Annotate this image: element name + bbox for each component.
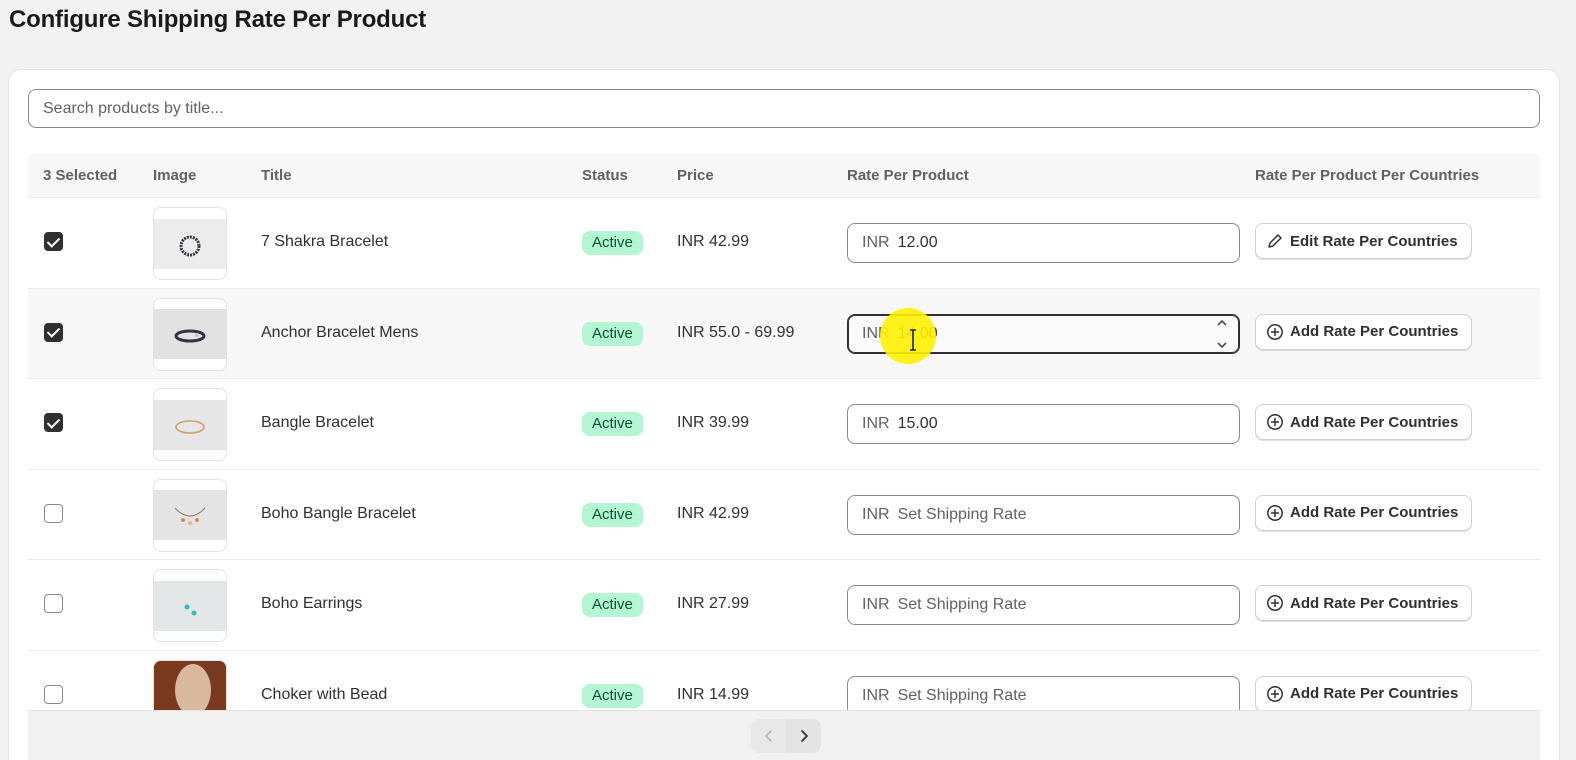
product-title: Boho Bangle Bracelet <box>261 504 416 522</box>
rate-per-countries-button[interactable]: Add Rate Per Countries <box>1255 675 1473 712</box>
row-checkbox[interactable] <box>44 322 63 342</box>
pagination <box>751 719 821 753</box>
rate-per-countries-button[interactable]: Edit Rate Per Countries <box>1255 223 1472 259</box>
currency-prefix: INR <box>862 505 890 523</box>
next-page-button[interactable] <box>786 719 821 753</box>
rate-per-product-field[interactable]: INR <box>847 223 1240 263</box>
product-image <box>153 207 227 280</box>
products-card: 3 Selected Image Title Status Price Rate… <box>9 70 1559 760</box>
header-price: Price <box>677 167 714 184</box>
rate-per-countries-button[interactable]: Add Rate Per Countries <box>1255 494 1473 531</box>
button-label: Edit Rate Per Countries <box>1290 232 1458 250</box>
table-row[interactable]: Bangle Bracelet Active INR 39.99 INR Add Rat… <box>28 379 1540 470</box>
status-badge: Active <box>582 593 643 617</box>
rate-input[interactable] <box>897 596 1225 614</box>
status-badge: Active <box>582 502 643 527</box>
text-cursor-icon <box>910 329 916 351</box>
button-label: Add Rate Per Countries <box>1290 413 1459 431</box>
rate-input[interactable] <box>897 686 1225 705</box>
product-image <box>153 569 227 642</box>
table-header: 3 Selected Image Title Status Price Rate… <box>28 154 1540 198</box>
header-rate-per-product: Rate Per Product <box>847 167 969 184</box>
product-price: INR 42.99 <box>677 233 750 250</box>
status-badge: Active <box>582 231 643 255</box>
header-rate-per-countries: Rate Per Product Per Countries <box>1255 167 1480 184</box>
button-label: Add Rate Per Countries <box>1290 594 1459 612</box>
chevron-down-icon <box>1217 341 1227 348</box>
rate-input[interactable] <box>897 234 1225 252</box>
pagination-bar <box>28 710 1540 760</box>
plus-circle-icon <box>1267 414 1283 430</box>
product-title: 7 Shakra Bracelet <box>261 233 389 250</box>
product-image <box>153 297 227 371</box>
previous-page-button[interactable] <box>751 719 786 753</box>
row-checkbox[interactable] <box>44 232 63 251</box>
rate-per-product-field[interactable]: INR <box>847 494 1240 535</box>
rate-per-product-field[interactable]: INR <box>847 404 1240 444</box>
rate-input[interactable] <box>897 505 1225 524</box>
plus-circle-icon <box>1267 595 1283 611</box>
search-input[interactable] <box>43 99 1525 118</box>
button-label: Add Rate Per Countries <box>1290 323 1459 340</box>
header-title: Title <box>261 167 292 184</box>
product-price: INR 27.99 <box>677 595 750 612</box>
currency-prefix: INR <box>862 415 890 432</box>
currency-prefix: INR <box>862 686 890 704</box>
rate-stepper[interactable] <box>1211 319 1233 349</box>
plus-circle-icon <box>1267 504 1283 521</box>
button-label: Add Rate Per Countries <box>1290 504 1459 521</box>
plus-circle-icon <box>1267 685 1283 702</box>
rate-per-product-field[interactable]: INR <box>847 585 1240 625</box>
chevron-left-icon <box>764 730 772 742</box>
rate-per-countries-button[interactable]: Add Rate Per Countries <box>1255 313 1473 350</box>
status-badge: Active <box>582 321 643 346</box>
status-badge: Active <box>582 683 643 708</box>
search-field[interactable] <box>28 89 1540 128</box>
table-row[interactable]: Boho Earrings Active INR 27.99 INR Add Rate … <box>28 560 1540 651</box>
product-title: Boho Earrings <box>261 595 363 612</box>
chevron-right-icon <box>800 730 808 742</box>
page-title: Configure Shipping Rate Per Product <box>9 6 427 33</box>
table-row[interactable]: 7 Shakra Bracelet Active INR 42.99 INR Edit … <box>28 198 1540 289</box>
table-row[interactable]: Anchor Bracelet Mens Active INR 55.0 - 69.… <box>28 288 1540 379</box>
chevron-up-icon <box>1217 319 1227 326</box>
product-price: INR 55.0 - 69.99 <box>677 323 795 341</box>
product-title: Anchor Bracelet Mens <box>261 323 419 341</box>
row-checkbox[interactable] <box>44 684 63 704</box>
header-selected: 3 Selected <box>43 167 118 184</box>
row-checkbox[interactable] <box>44 594 63 613</box>
rate-per-countries-button[interactable]: Add Rate Per Countries <box>1255 585 1473 621</box>
product-price: INR 42.99 <box>677 504 750 522</box>
product-title: Choker with Bead <box>261 685 388 703</box>
product-image <box>153 388 227 461</box>
row-checkbox[interactable] <box>44 413 63 432</box>
button-label: Add Rate Per Countries <box>1290 685 1459 702</box>
status-badge: Active <box>582 412 643 436</box>
rate-per-countries-button[interactable]: Add Rate Per Countries <box>1255 404 1473 440</box>
product-image <box>153 478 227 552</box>
plus-circle-icon <box>1267 323 1283 340</box>
header-status: Status <box>582 167 628 184</box>
products-table: 3 Selected Image Title Status Price Rate… <box>28 154 1540 741</box>
currency-prefix: INR <box>862 234 890 251</box>
pencil-icon <box>1268 234 1282 248</box>
product-price: INR 39.99 <box>677 414 750 431</box>
rate-input[interactable] <box>897 415 1225 433</box>
row-checkbox[interactable] <box>44 503 63 523</box>
currency-prefix: INR <box>862 596 890 613</box>
product-price: INR 14.99 <box>677 685 750 703</box>
header-image: Image <box>153 167 197 184</box>
product-title: Bangle Bracelet <box>261 414 374 431</box>
table-row[interactable]: Boho Bangle Bracelet Active INR 42.99 INR Ad… <box>28 469 1540 560</box>
rate-input[interactable] <box>897 324 1225 343</box>
